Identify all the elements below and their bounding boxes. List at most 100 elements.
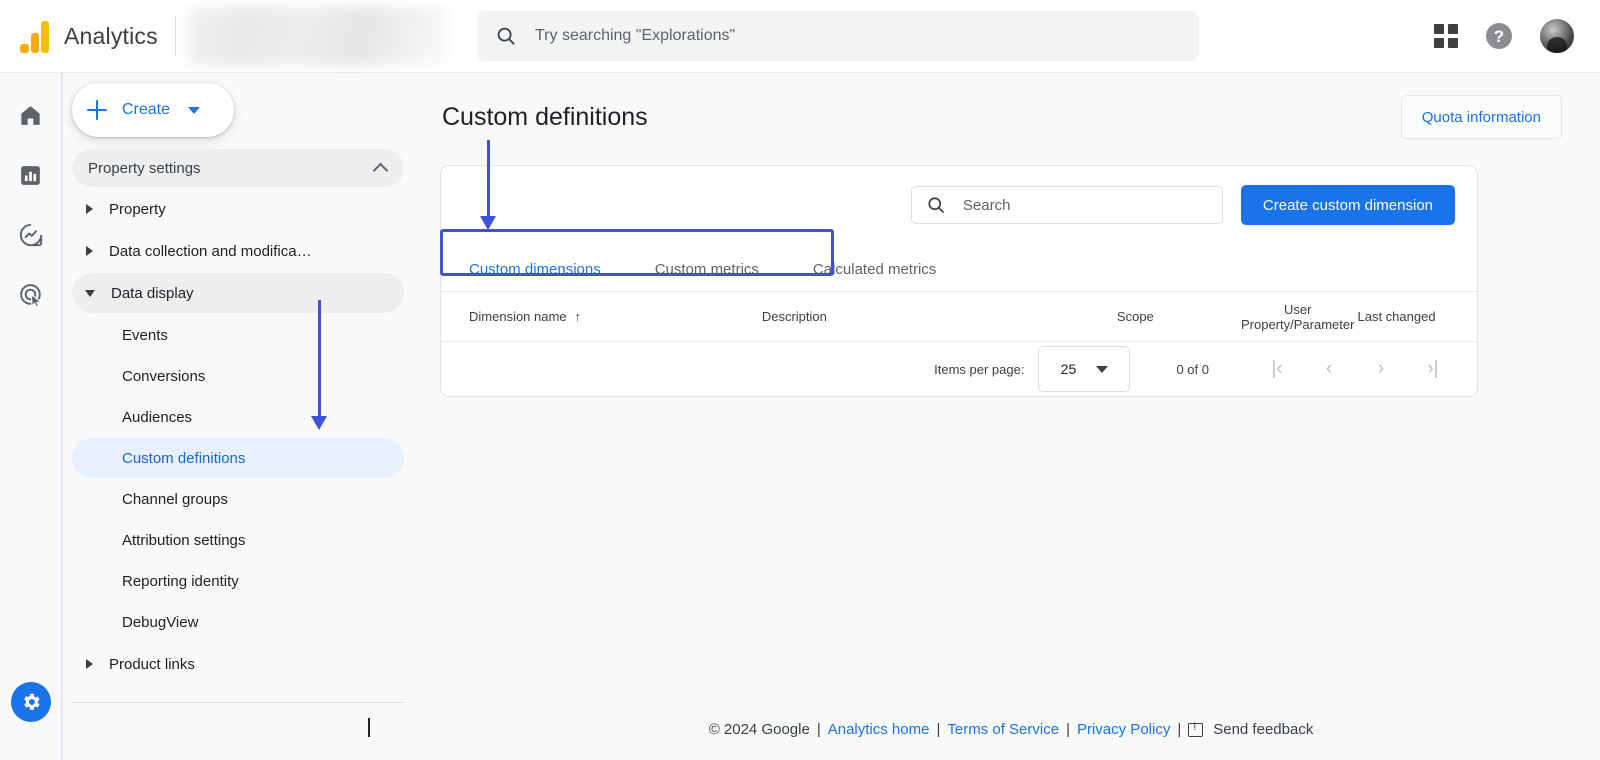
previous-page-icon[interactable]: ‹ <box>1303 358 1355 380</box>
create-button-label: Create <box>122 101 170 119</box>
property-settings-header[interactable]: Property settings <box>72 149 404 187</box>
sidebar-group-data-collection[interactable]: Data collection and modifica… <box>72 231 404 271</box>
chevron-up-icon <box>373 162 389 178</box>
sidebar-item-label: Conversions <box>122 368 205 385</box>
reports-bar-chart-icon <box>18 163 43 188</box>
footer-link-privacy-policy[interactable]: Privacy Policy <box>1077 721 1170 738</box>
help-question-icon[interactable]: ? <box>1486 23 1512 49</box>
rail-item-home[interactable] <box>11 95 51 135</box>
google-analytics-logo-icon <box>20 19 50 53</box>
advertising-target-icon <box>18 282 44 308</box>
sidebar-item-label: Channel groups <box>122 491 228 508</box>
search-icon <box>926 195 946 215</box>
chevron-down-icon <box>1096 366 1108 373</box>
rail-item-explore[interactable] <box>11 215 51 255</box>
pagination-range: 0 of 0 <box>1176 362 1209 377</box>
triangle-right-icon <box>86 204 93 214</box>
tab-bar: Custom dimensions Custom metrics Calcula… <box>441 244 1477 292</box>
sidebar-item-audiences[interactable]: Audiences <box>72 397 404 437</box>
main-content: Custom definitions Quota information Sea… <box>422 73 1600 760</box>
last-page-icon[interactable]: ›| <box>1407 358 1459 380</box>
tab-custom-dimensions[interactable]: Custom dimensions <box>469 261 601 291</box>
tab-custom-metrics[interactable]: Custom metrics <box>655 261 759 291</box>
icon-rail <box>0 73 62 760</box>
footer-send-feedback[interactable]: Send feedback <box>1213 721 1313 738</box>
rail-item-reports[interactable] <box>11 155 51 195</box>
create-custom-dimension-button[interactable]: Create custom dimension <box>1241 185 1455 225</box>
top-search-wrap: Try searching "Explorations" <box>477 11 1199 61</box>
chevron-down-icon <box>188 107 200 114</box>
sidebar-item-attribution-settings[interactable]: Attribution settings <box>72 520 404 560</box>
sidebar-item-debugview[interactable]: DebugView <box>72 602 404 642</box>
table-search-placeholder: Search <box>963 197 1011 214</box>
sidebar-item-label: DebugView <box>122 614 198 631</box>
sidebar-item-channel-groups[interactable]: Channel groups <box>72 479 404 519</box>
column-header-last-changed: Last changed <box>1357 309 1477 324</box>
search-placeholder: Try searching "Explorations" <box>535 27 735 45</box>
triangle-right-icon <box>86 246 93 256</box>
pagination: Items per page: 25 0 of 0 |‹ ‹ › ›| <box>441 342 1477 396</box>
custom-definitions-card: Search Create custom dimension Custom di… <box>440 165 1478 397</box>
quota-information-button[interactable]: Quota information <box>1401 95 1562 139</box>
footer-link-terms-of-service[interactable]: Terms of Service <box>947 721 1059 738</box>
sidebar-item-label: Custom definitions <box>122 450 245 467</box>
column-header-label-2: Property/Parameter <box>1241 317 1354 332</box>
column-header-label: User <box>1241 302 1354 317</box>
footer-copyright: © 2024 Google <box>709 721 810 738</box>
column-header-user-property-parameter: User Property/Parameter <box>1238 302 1358 332</box>
footer-separator: | <box>1177 721 1181 738</box>
search-input[interactable]: Try searching "Explorations" <box>477 11 1199 61</box>
create-button[interactable]: Create <box>72 83 234 137</box>
property-settings-label: Property settings <box>88 160 201 177</box>
brand[interactable]: Analytics <box>0 0 175 73</box>
sidebar-item-custom-definitions[interactable]: Custom definitions <box>72 438 404 478</box>
footer-separator: | <box>1066 721 1070 738</box>
sidebar-item-label: Attribution settings <box>122 532 245 549</box>
column-header-dimension-name[interactable]: Dimension name ↑ <box>469 309 762 324</box>
apps-grid-icon[interactable] <box>1434 24 1458 48</box>
column-header-label: Scope <box>1117 309 1154 324</box>
plus-icon <box>86 99 108 121</box>
tab-calculated-metrics[interactable]: Calculated metrics <box>813 261 936 291</box>
sidebar-collapse-button[interactable] <box>368 718 370 736</box>
sidebar-item-label: Reporting identity <box>122 573 239 590</box>
rail-admin[interactable] <box>11 682 51 722</box>
create-custom-dimension-label: Create custom dimension <box>1263 197 1433 214</box>
triangle-right-icon <box>86 659 93 669</box>
sidebar-item-reporting-identity[interactable]: Reporting identity <box>72 561 404 601</box>
top-bar: Analytics Try searching "Explorations" ? <box>0 0 1600 73</box>
footer-separator: | <box>817 721 821 738</box>
column-header-scope: Scope <box>1033 309 1238 324</box>
table-search-input[interactable]: Search <box>911 186 1223 224</box>
home-icon <box>18 103 43 128</box>
quota-information-label: Quota information <box>1422 109 1541 126</box>
sidebar-group-product-links[interactable]: Product links <box>72 644 404 684</box>
sidebar: Create Property settings Property Data c… <box>62 73 422 760</box>
arrow-up-icon: ↑ <box>575 309 582 324</box>
sidebar-item-conversions[interactable]: Conversions <box>72 356 404 396</box>
sidebar-group-property[interactable]: Property <box>72 189 404 229</box>
footer-separator: | <box>936 721 940 738</box>
first-page-icon[interactable]: |‹ <box>1251 358 1303 380</box>
column-header-label: Dimension name <box>469 309 567 324</box>
sidebar-group-label: Data display <box>111 285 194 302</box>
sidebar-group-label: Product links <box>109 656 195 673</box>
column-header-label: Description <box>762 309 827 324</box>
sidebar-item-label: Audiences <box>122 409 192 426</box>
tab-label: Calculated metrics <box>813 261 936 278</box>
sidebar-divider <box>72 702 404 703</box>
sidebar-group-data-display[interactable]: Data display <box>72 273 404 313</box>
items-per-page-select[interactable]: 25 <box>1038 346 1130 392</box>
avatar[interactable] <box>1540 19 1574 53</box>
feedback-icon <box>1188 723 1203 737</box>
footer-link-analytics-home[interactable]: Analytics home <box>828 721 930 738</box>
rail-item-advertising[interactable] <box>11 275 51 315</box>
next-page-icon[interactable]: › <box>1355 358 1407 380</box>
search-icon <box>495 25 517 47</box>
sidebar-left-border <box>62 73 63 760</box>
sidebar-item-events[interactable]: Events <box>72 315 404 355</box>
explore-icon <box>18 222 44 248</box>
items-per-page-label: Items per page: <box>934 362 1024 377</box>
gear-icon[interactable] <box>11 682 51 722</box>
property-selector-blurred[interactable] <box>187 7 449 65</box>
